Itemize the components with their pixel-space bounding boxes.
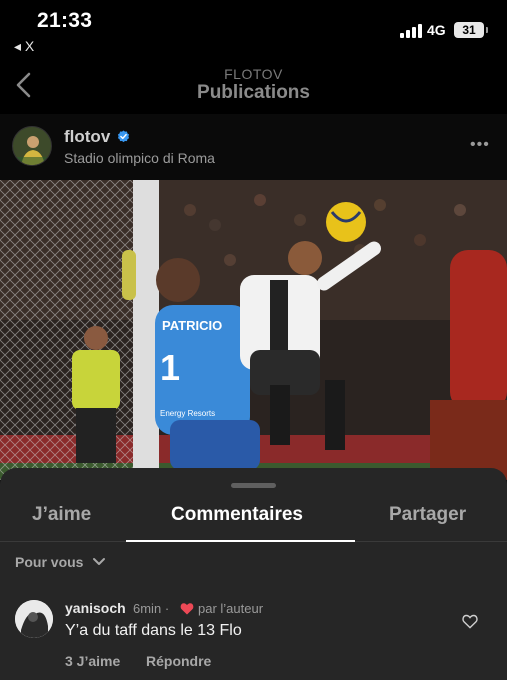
comment-like-heart-icon[interactable] [462, 614, 478, 629]
battery-tip [486, 27, 488, 33]
jersey-sponsor: Energy Resorts [160, 409, 215, 418]
sheet-grabber[interactable] [231, 483, 276, 488]
post-location[interactable]: Stadio olimpico di Roma [64, 150, 215, 166]
comment-username[interactable]: yanisoch [65, 600, 126, 616]
page-title: Publications [197, 82, 310, 103]
comment-avatar[interactable] [15, 600, 53, 638]
jersey-name: PATRICIO [162, 318, 222, 333]
comments-sheet: J’aime Commentaires Partager Pour vous y… [0, 468, 507, 680]
status-bar: 21:33 ◂ X 4G 31 [0, 0, 507, 56]
tab-comments[interactable]: Commentaires [171, 504, 303, 526]
network-label: 4G [427, 22, 446, 38]
comment-time: 6min · [133, 601, 170, 616]
battery-icon: 31 [454, 22, 484, 38]
author-heart-icon [180, 603, 194, 615]
nav-header: FLOTOV Publications [0, 56, 507, 114]
tab-share[interactable]: Partager [389, 504, 466, 526]
avatar[interactable] [12, 126, 52, 166]
liked-by-author-label: par l’auteur [198, 601, 264, 616]
post-photo[interactable]: PATRICIO 1 Energy Resorts [0, 180, 507, 480]
verified-badge-icon [117, 130, 130, 143]
comments-filter[interactable]: Pour vous [15, 554, 83, 570]
comment-likes-count[interactable]: 3 J’aime [65, 653, 120, 669]
tab-likes[interactable]: J’aime [32, 504, 91, 526]
reply-button[interactable]: Répondre [146, 653, 211, 669]
jersey-number: 1 [160, 347, 180, 388]
more-options-icon[interactable]: ••• [470, 136, 490, 154]
back-to-app-link[interactable]: ◂ X [14, 38, 34, 55]
signal-icon [400, 24, 422, 38]
chevron-down-icon[interactable] [92, 555, 106, 569]
post-username[interactable]: flotov [64, 127, 110, 147]
comment-text: Y’a du taff dans le 13 Flo [65, 622, 242, 639]
status-time: 21:33 [37, 9, 93, 32]
active-tab-indicator [126, 540, 355, 542]
nav-subtitle: FLOTOV [224, 66, 283, 82]
post-header: flotov Stadio olimpico di Roma ••• [0, 114, 507, 180]
